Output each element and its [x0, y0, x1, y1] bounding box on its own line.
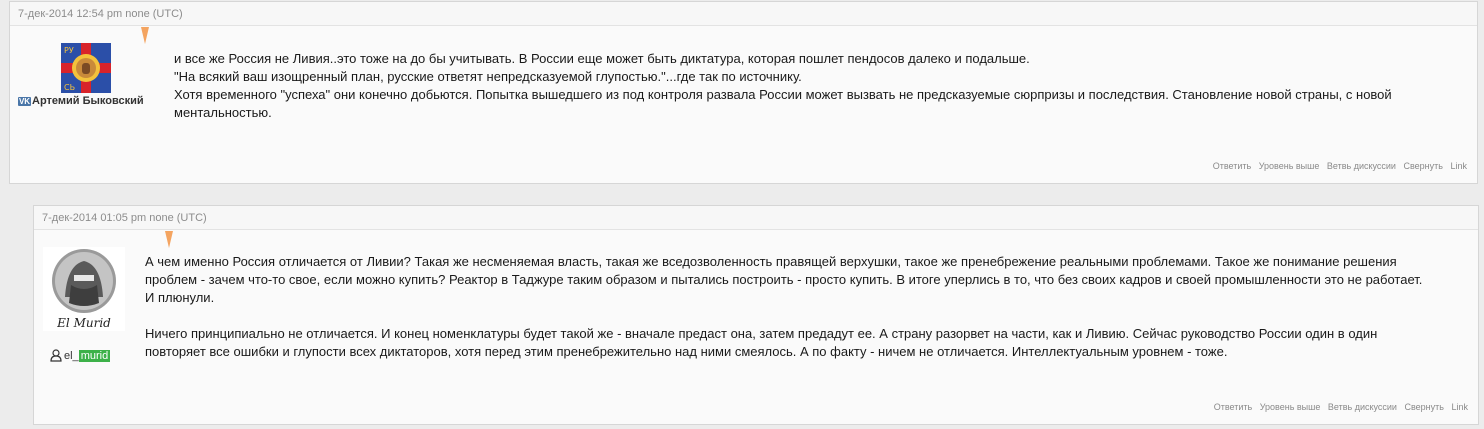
comment-header: 7-дек-2014 12:54 pm none (UTC)	[10, 2, 1477, 26]
permalink[interactable]: Link	[1451, 402, 1468, 412]
comment-line: Хотя временного "успеха" они конечно доб…	[174, 87, 1392, 120]
collapse-link[interactable]: Свернуть	[1403, 161, 1442, 171]
comment-1: 7-дек-2014 12:54 pm none (UTC) РУ СЬ VK …	[9, 1, 1478, 184]
user-icon	[50, 349, 62, 362]
comment-2: 7-дек-2014 01:05 pm none (UTC) El Murid …	[33, 205, 1479, 425]
author[interactable]: el_ murid	[50, 349, 111, 362]
comment-pointer	[165, 231, 173, 248]
avatar[interactable]: El Murid	[43, 247, 125, 331]
avatar[interactable]: РУ СЬ	[61, 43, 111, 93]
comment-actions: Ответить Уровень выше Ветвь дискуссии Св…	[1208, 161, 1467, 171]
avatar-letters-top: РУ	[64, 46, 74, 55]
author[interactable]: VK Артемий Быковский	[18, 95, 144, 107]
parent-link[interactable]: Уровень выше	[1260, 402, 1321, 412]
author-name[interactable]: Артемий Быковский	[32, 95, 144, 107]
parent-link[interactable]: Уровень выше	[1259, 161, 1320, 171]
reply-link[interactable]: Ответить	[1214, 402, 1252, 412]
comment-paragraph: Ничего принципиально не отличается. И ко…	[145, 326, 1378, 359]
collapse-link[interactable]: Свернуть	[1404, 402, 1443, 412]
comment-actions: Ответить Уровень выше Ветвь дискуссии Св…	[1209, 402, 1468, 412]
permalink[interactable]: Link	[1450, 161, 1467, 171]
thread-link[interactable]: Ветвь дискуссии	[1328, 402, 1397, 412]
comment-paragraph: А чем именно Россия отличается от Ливии?…	[145, 254, 1423, 305]
comment-body: и все же Россия не Ливия..это тоже на до…	[174, 50, 1464, 122]
vk-icon: VK	[18, 96, 31, 106]
comment-line: и все же Россия не Ливия..это тоже на до…	[174, 51, 1030, 66]
comment-pointer	[141, 27, 149, 44]
comment-header: 7-дек-2014 01:05 pm none (UTC)	[34, 206, 1478, 230]
avatar-caption: El Murid	[56, 316, 111, 330]
comment-body: А чем именно Россия отличается от Ливии?…	[145, 253, 1435, 379]
reply-link[interactable]: Ответить	[1213, 161, 1251, 171]
avatar-letters-bottom: СЬ	[64, 83, 75, 92]
author-name-prefix[interactable]: el_	[64, 350, 79, 362]
author-name-highlight[interactable]: murid	[78, 349, 111, 362]
comment-line: "На всякий ваш изощренный план, русские …	[174, 69, 802, 84]
thread-link[interactable]: Ветвь дискуссии	[1327, 161, 1396, 171]
